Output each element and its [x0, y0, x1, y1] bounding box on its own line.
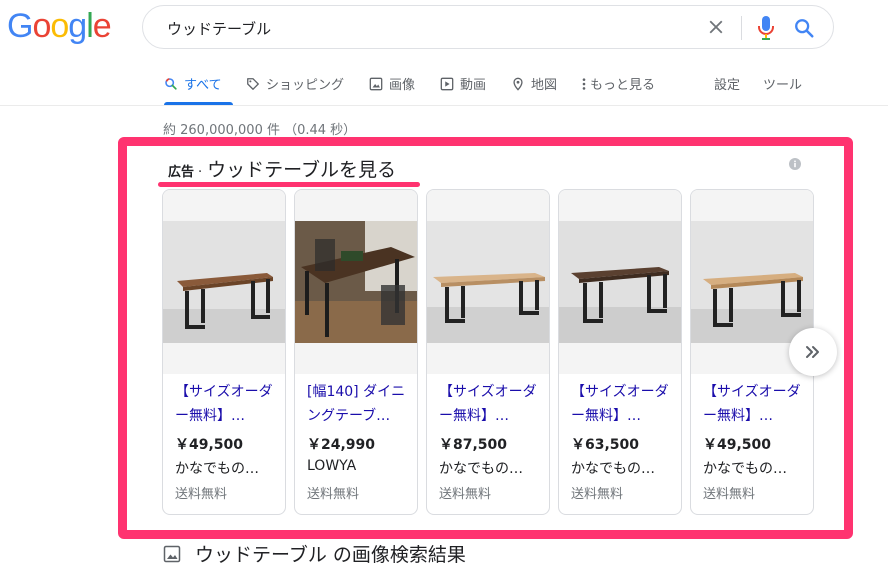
- product-image: [427, 221, 549, 343]
- product-title[interactable]: 【サイズオーダー無料】…: [175, 380, 281, 428]
- highlight-underline: [158, 182, 420, 187]
- product-image-area: [163, 190, 285, 374]
- logo-letter: G: [7, 7, 33, 45]
- tab-label: ショッピング: [266, 78, 345, 93]
- tab-label: 画像: [389, 78, 416, 93]
- tab-videos[interactable]: 動画: [440, 74, 486, 93]
- ad-separator: ·: [198, 165, 203, 180]
- image-results-heading[interactable]: ウッドテーブル の画像検索結果: [163, 540, 466, 564]
- product-image-area: [295, 190, 417, 374]
- logo-letter: g: [68, 7, 87, 45]
- tab-label: すべて: [184, 78, 222, 93]
- product-card[interactable]: [幅140] ダイニングテーブ… ￥24,990 LOWYA 送料無料: [294, 189, 418, 515]
- tools-label: ツール: [763, 78, 803, 93]
- product-price: ￥49,500: [175, 437, 244, 453]
- logo-letter: o: [32, 7, 51, 45]
- ad-header: 広告 · ウッドテーブルを見る: [168, 155, 396, 182]
- search-icon[interactable]: [793, 17, 815, 39]
- product-image-area: [427, 190, 549, 374]
- tab-all[interactable]: すべて: [164, 74, 222, 93]
- product-seller: かなでもの…: [703, 461, 787, 477]
- product-title[interactable]: 【サイズオーダー無料】…: [703, 380, 809, 428]
- logo-letter: o: [50, 7, 69, 45]
- image-results-title: ウッドテーブル の画像検索結果: [195, 544, 466, 564]
- mic-icon[interactable]: [756, 15, 776, 41]
- product-price: ￥63,500: [571, 437, 640, 453]
- image-icon: [369, 77, 383, 90]
- product-card[interactable]: 【サイズオーダー無料】… ￥49,500 かなでもの… 送料無料: [162, 189, 286, 515]
- product-image: [691, 221, 813, 343]
- tab-label: もっと見る: [590, 78, 656, 93]
- carousel-next-button[interactable]: [789, 328, 837, 376]
- chevron-double-right-icon: [806, 346, 819, 358]
- tab-images[interactable]: 画像: [369, 74, 415, 93]
- tab-maps[interactable]: 地図: [511, 74, 557, 93]
- product-image-area: [559, 190, 681, 374]
- product-card[interactable]: 【サイズオーダー無料】… ￥63,500 かなでもの… 送料無料: [558, 189, 682, 515]
- settings-link[interactable]: 設定: [714, 74, 740, 93]
- ad-title[interactable]: ウッドテーブルを見る: [207, 155, 396, 182]
- clear-icon[interactable]: [705, 16, 727, 38]
- tab-label: 動画: [460, 78, 487, 93]
- info-icon[interactable]: [789, 158, 801, 170]
- ad-label: 広告: [168, 165, 195, 180]
- product-title[interactable]: 【サイズオーダー無料】…: [571, 380, 677, 428]
- google-logo[interactable]: Google: [7, 7, 112, 46]
- product-seller: かなでもの…: [439, 461, 523, 477]
- product-seller: LOWYA: [307, 458, 357, 474]
- product-seller: かなでもの…: [571, 461, 655, 477]
- product-image: [163, 221, 285, 343]
- product-card[interactable]: 【サイズオーダー無料】… ￥87,500 かなでもの… 送料無料: [426, 189, 550, 515]
- product-title[interactable]: [幅140] ダイニングテーブ…: [307, 380, 413, 428]
- product-shipping: 送料無料: [571, 487, 624, 502]
- product-price: ￥49,500: [703, 437, 772, 453]
- product-seller: かなでもの…: [175, 461, 259, 477]
- product-image: [559, 221, 681, 343]
- result-stats: 約 260,000,000 件 （0.44 秒）: [163, 123, 357, 138]
- product-shipping: 送料無料: [703, 487, 756, 502]
- product-shipping: 送料無料: [175, 487, 228, 502]
- logo-letter: e: [92, 7, 112, 45]
- more-vert-icon: [582, 77, 586, 90]
- settings-label: 設定: [714, 78, 741, 93]
- search-divider: [741, 16, 742, 40]
- product-image: [295, 221, 417, 343]
- tab-more[interactable]: もっと見る: [580, 74, 655, 93]
- product-price: ￥24,990: [307, 437, 376, 453]
- search-tabs: すべて ショッピング 画像 動画 地図 もっと見る 設定 ツール: [0, 60, 888, 106]
- product-shipping: 送料無料: [307, 487, 360, 502]
- tag-icon: [247, 77, 259, 90]
- product-price: ￥87,500: [439, 437, 508, 453]
- video-icon: [440, 77, 454, 90]
- product-title[interactable]: 【サイズオーダー無料】…: [439, 380, 545, 428]
- image-icon: [163, 545, 181, 562]
- tab-shopping[interactable]: ショッピング: [246, 74, 344, 93]
- product-shipping: 送料無料: [439, 487, 492, 502]
- search-input[interactable]: ウッドテーブル: [167, 18, 271, 39]
- map-pin-icon: [513, 77, 523, 91]
- tools-link[interactable]: ツール: [763, 74, 802, 93]
- search-box[interactable]: ウッドテーブル: [142, 5, 834, 49]
- active-tab-indicator: [164, 102, 233, 105]
- tab-label: 地図: [531, 78, 558, 93]
- search-icon: [165, 77, 177, 90]
